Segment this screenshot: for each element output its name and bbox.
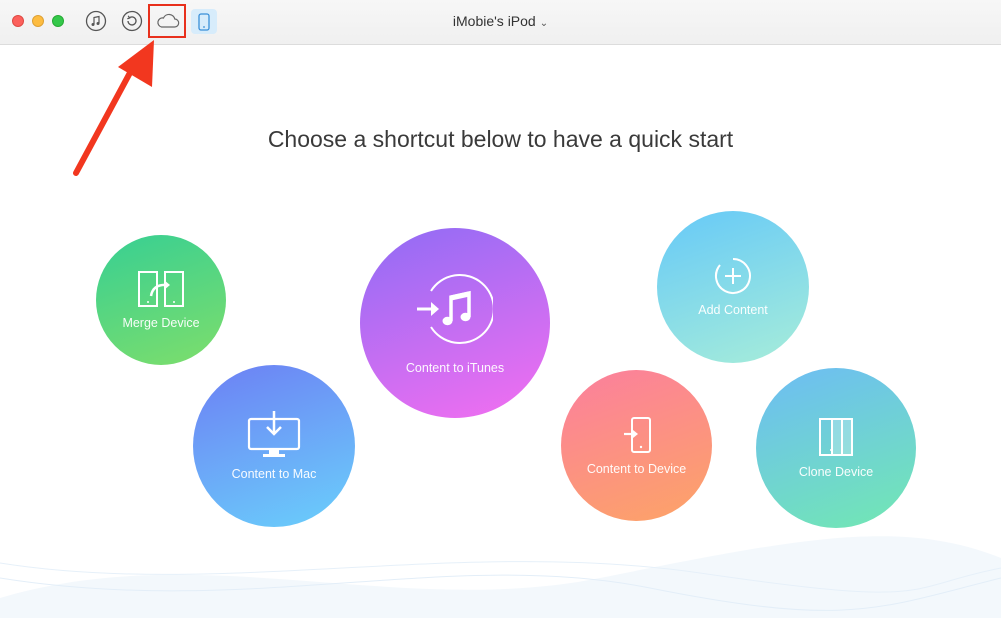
clone-device-button[interactable]: Clone Device [756, 368, 916, 528]
clone-device-icon [819, 418, 853, 456]
device-name: iMobie's iPod [452, 13, 536, 29]
content-to-device-icon [623, 416, 651, 453]
device-selector[interactable]: iMobie's iPod ⌄ [0, 13, 1001, 29]
title-bar: iMobie's iPod ⌄ [0, 0, 1001, 45]
content-to-mac-icon [247, 411, 301, 457]
clone-device-label: Clone Device [798, 465, 874, 479]
content-to-itunes-icon [417, 274, 493, 344]
page-heading: Choose a shortcut below to have a quick … [267, 126, 734, 152]
content-to-device-button[interactable]: Content to Device [561, 370, 712, 521]
content-to-mac-label: Content to Mac [231, 467, 317, 481]
add-content-icon [715, 258, 751, 294]
add-content-label: Add Content [698, 303, 768, 317]
content-to-itunes-button[interactable]: Content to iTunes [360, 228, 550, 418]
merge-device-icon [138, 271, 184, 307]
content-to-itunes-label: Content to iTunes [405, 361, 505, 375]
content-to-mac-button[interactable]: Content to Mac [193, 365, 355, 527]
merge-device-button[interactable]: Merge Device [96, 235, 226, 365]
merge-device-label: Merge Device [122, 316, 200, 330]
chevron-down-icon: ⌄ [539, 18, 549, 29]
add-content-button[interactable]: Add Content [657, 211, 809, 363]
content-to-device-label: Content to Device [586, 461, 687, 476]
